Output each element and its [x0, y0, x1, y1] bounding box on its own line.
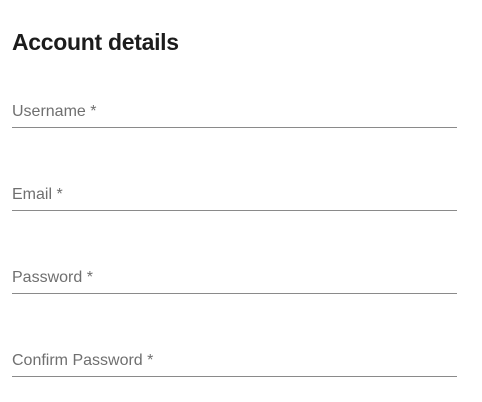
password-input[interactable] — [12, 263, 457, 293]
password-field[interactable]: Password * — [12, 263, 457, 294]
confirm-password-input[interactable] — [12, 346, 457, 376]
email-field[interactable]: Email * — [12, 180, 457, 211]
email-input[interactable] — [12, 180, 457, 210]
account-details-form: Account details Username * Email * Passw… — [0, 0, 482, 402]
username-field[interactable]: Username * — [12, 97, 457, 128]
confirm-password-field[interactable]: Confirm Password * — [12, 346, 457, 377]
username-input[interactable] — [12, 97, 457, 127]
section-title: Account details — [12, 29, 179, 55]
